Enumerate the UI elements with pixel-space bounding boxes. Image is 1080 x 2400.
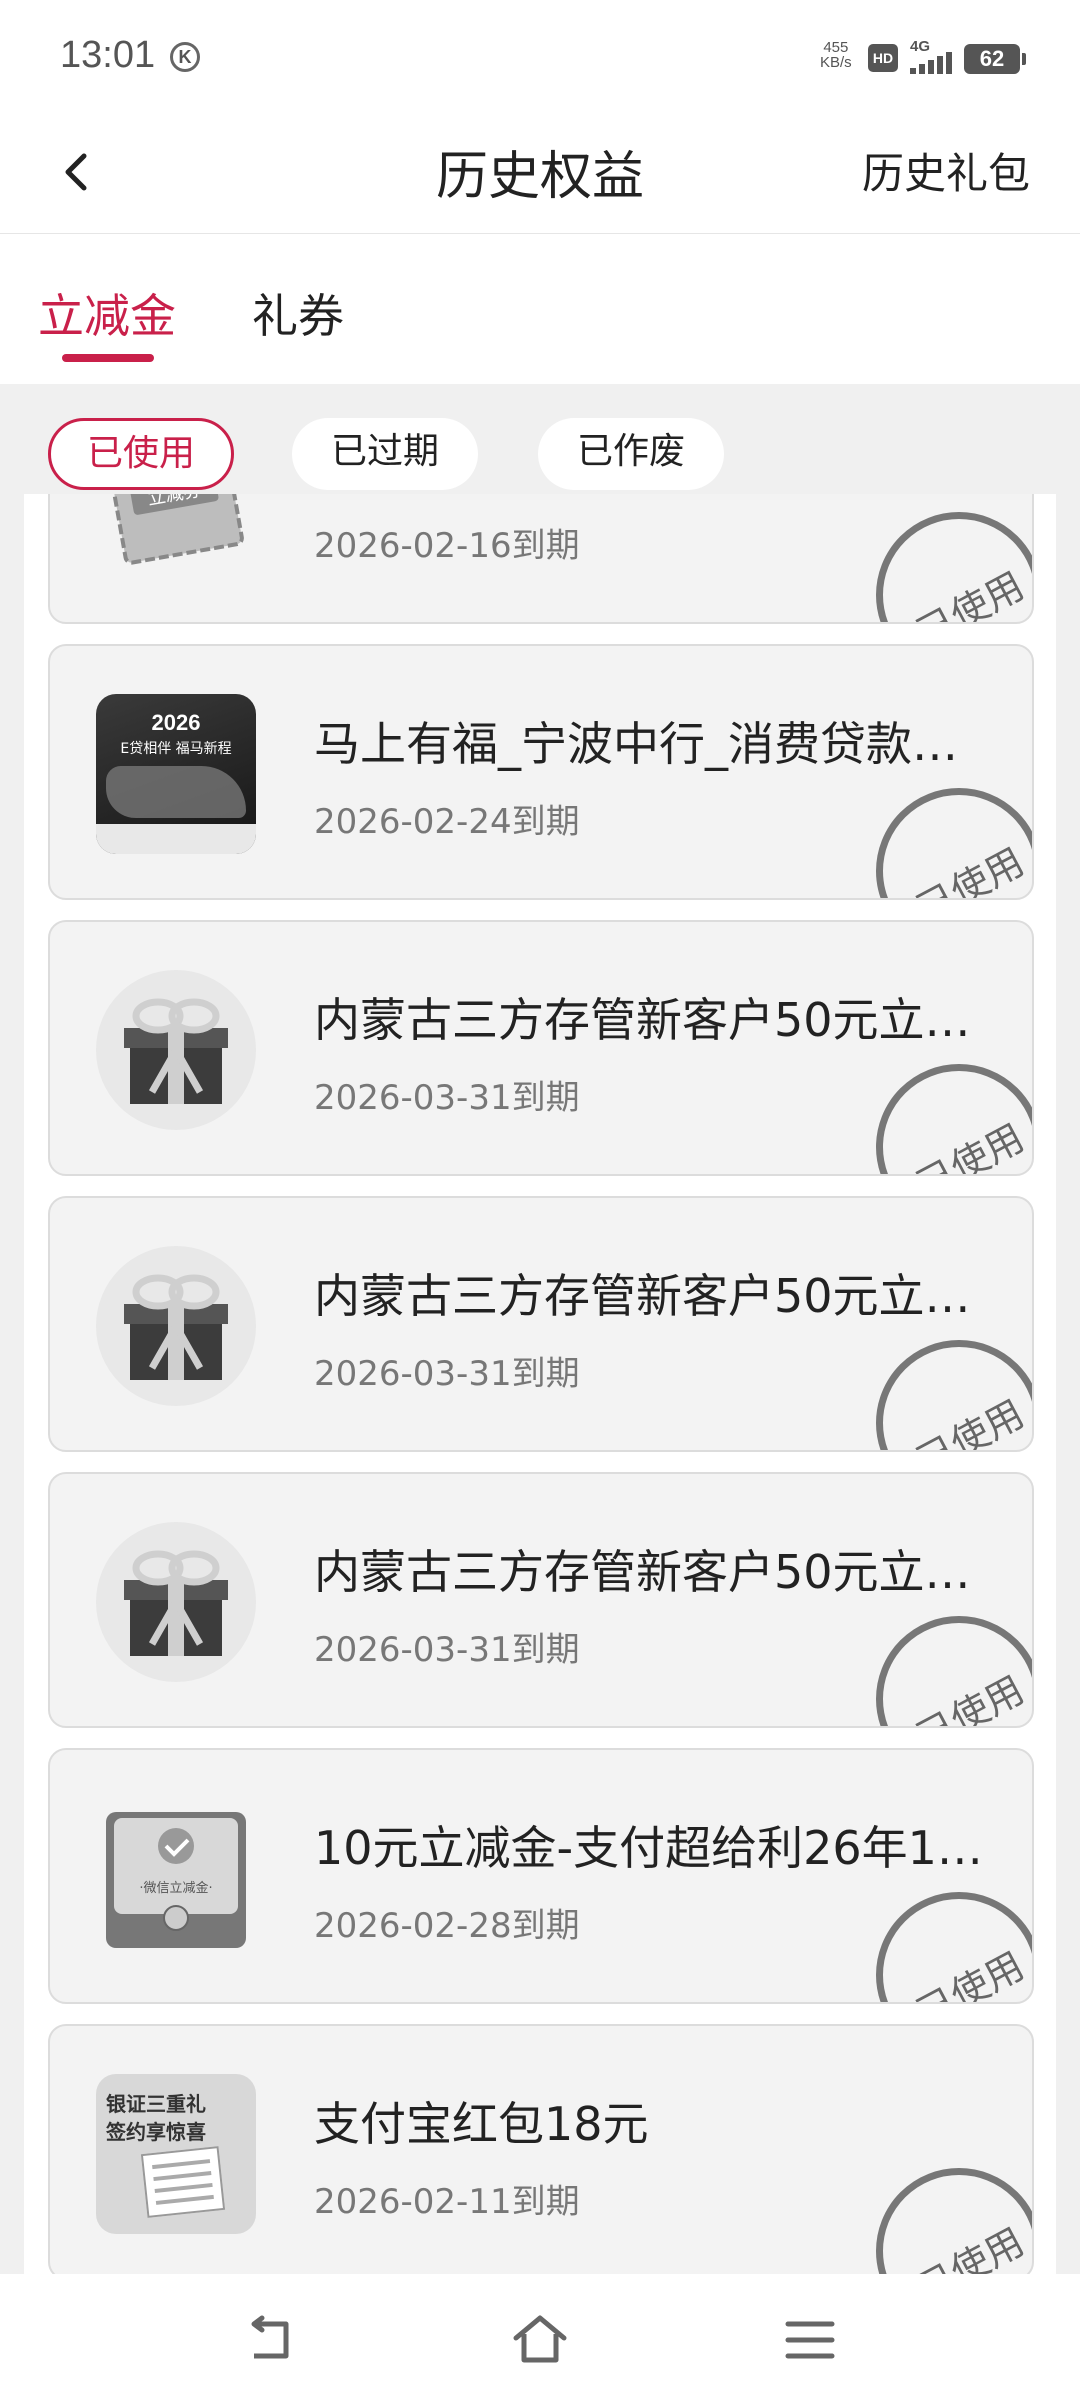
gift-box-icon bbox=[96, 970, 256, 1130]
poster-thumbnail: 2026 E贷相伴 福马新程 bbox=[96, 694, 256, 854]
net-speed-unit: KB/s bbox=[820, 54, 852, 71]
status-time: 13:01 bbox=[60, 34, 156, 76]
item-expiry: 2026-03-31到期 bbox=[314, 1630, 580, 1670]
promo-title: 银证三重礼 bbox=[106, 2092, 206, 2116]
list-item[interactable]: 2026 E贷相伴 福马新程 马上有福_宁波中行_消费贷款… 2026-02-2… bbox=[48, 644, 1034, 900]
list-item[interactable]: 内蒙古三方存管新客户50元立… 2026-03-31到期 已使用 bbox=[48, 920, 1034, 1176]
status-bar: 13:01 K 455 KB/s HD 4G 62 bbox=[0, 0, 1080, 120]
wechat-label: ·微信立减金· bbox=[139, 1880, 212, 1896]
item-expiry: 2026-03-31到期 bbox=[314, 1078, 580, 1118]
nav-menu-button[interactable] bbox=[780, 2310, 840, 2370]
poster-year: 2026 bbox=[151, 710, 201, 735]
signal-icon: 4G bbox=[908, 38, 958, 74]
list-item[interactable]: 内蒙古三方存管新客户50元立… 2026-03-31到期 已使用 bbox=[48, 1196, 1034, 1452]
filter-expired[interactable]: 已过期 bbox=[292, 418, 478, 490]
tab-instant-discount[interactable]: 立减金 bbox=[38, 280, 176, 346]
battery-icon: 62 bbox=[964, 44, 1026, 74]
tab-active-indicator bbox=[62, 354, 154, 362]
net-speed: 455 KB/s bbox=[820, 40, 852, 70]
benefit-list[interactable]: 立减券 2026-02-16到期 已使用 2026 E贷相伴 福马新程 马上有福… bbox=[24, 494, 1056, 2274]
poster-art bbox=[106, 766, 246, 818]
item-title: 马上有福_宁波中行_消费贷款… bbox=[314, 717, 958, 771]
home-icon bbox=[513, 2315, 567, 2363]
system-navigation-bar bbox=[0, 2274, 1080, 2400]
nav-home-button[interactable] bbox=[510, 2310, 570, 2370]
header: 历史权益 历史礼包 bbox=[0, 120, 1080, 234]
wechat-envelope-icon: ·微信立减金· bbox=[96, 1798, 256, 1958]
item-title: 内蒙古三方存管新客户50元立… bbox=[314, 1269, 971, 1323]
tab-bar: 立减金 礼券 bbox=[0, 234, 1080, 384]
item-expiry: 2026-02-24到期 bbox=[314, 802, 580, 842]
filter-voided[interactable]: 已作废 bbox=[538, 418, 724, 490]
list-item[interactable]: 银证三重礼 签约享惊喜 支付宝红包18元 2026-02-11到期 已使用 bbox=[48, 2024, 1034, 2274]
item-title: 10元立减金-支付超给利26年1… bbox=[314, 1821, 983, 1875]
item-expiry: 2026-02-28到期 bbox=[314, 1906, 580, 1946]
item-title: 支付宝红包18元 bbox=[314, 2097, 649, 2151]
list-item[interactable]: 内蒙古三方存管新客户50元立… 2026-03-31到期 已使用 bbox=[48, 1472, 1034, 1728]
hd-icon: HD bbox=[868, 44, 898, 72]
list-item[interactable]: ·微信立减金· 10元立减金-支付超给利26年1… 2026-02-28到期 已… bbox=[48, 1748, 1034, 2004]
menu-icon bbox=[785, 2321, 835, 2359]
gift-box-icon bbox=[96, 1246, 256, 1406]
gift-box-icon bbox=[96, 1522, 256, 1682]
list-item[interactable]: 立减券 2026-02-16到期 已使用 bbox=[48, 494, 1034, 624]
status-filters: 已使用 已过期 已作废 bbox=[0, 384, 1080, 494]
filter-used[interactable]: 已使用 bbox=[48, 418, 234, 490]
document-icon bbox=[140, 2146, 226, 2218]
promo-thumbnail: 银证三重礼 签约享惊喜 bbox=[96, 2074, 256, 2234]
promo-subtitle: 签约享惊喜 bbox=[106, 2120, 206, 2144]
tab-coupons[interactable]: 礼券 bbox=[252, 280, 344, 346]
nav-back-button[interactable] bbox=[240, 2310, 300, 2370]
item-title: 内蒙古三方存管新客户50元立… bbox=[314, 993, 971, 1047]
item-title: 内蒙古三方存管新客户50元立… bbox=[314, 1545, 971, 1599]
net-speed-value: 455 bbox=[823, 39, 849, 56]
history-gift-link[interactable]: 历史礼包 bbox=[862, 140, 1030, 201]
poster-subtitle: E贷相伴 福马新程 bbox=[120, 741, 232, 757]
item-expiry: 2026-03-31到期 bbox=[314, 1354, 580, 1394]
network-type: 4G bbox=[910, 38, 931, 55]
ticket-thumbnail: 立减券 bbox=[96, 494, 256, 578]
k-icon: K bbox=[170, 42, 200, 72]
item-expiry: 2026-02-16到期 bbox=[314, 526, 580, 566]
back-nav-icon bbox=[251, 2315, 289, 2359]
item-expiry: 2026-02-11到期 bbox=[314, 2182, 580, 2222]
poster-footer bbox=[96, 824, 256, 854]
